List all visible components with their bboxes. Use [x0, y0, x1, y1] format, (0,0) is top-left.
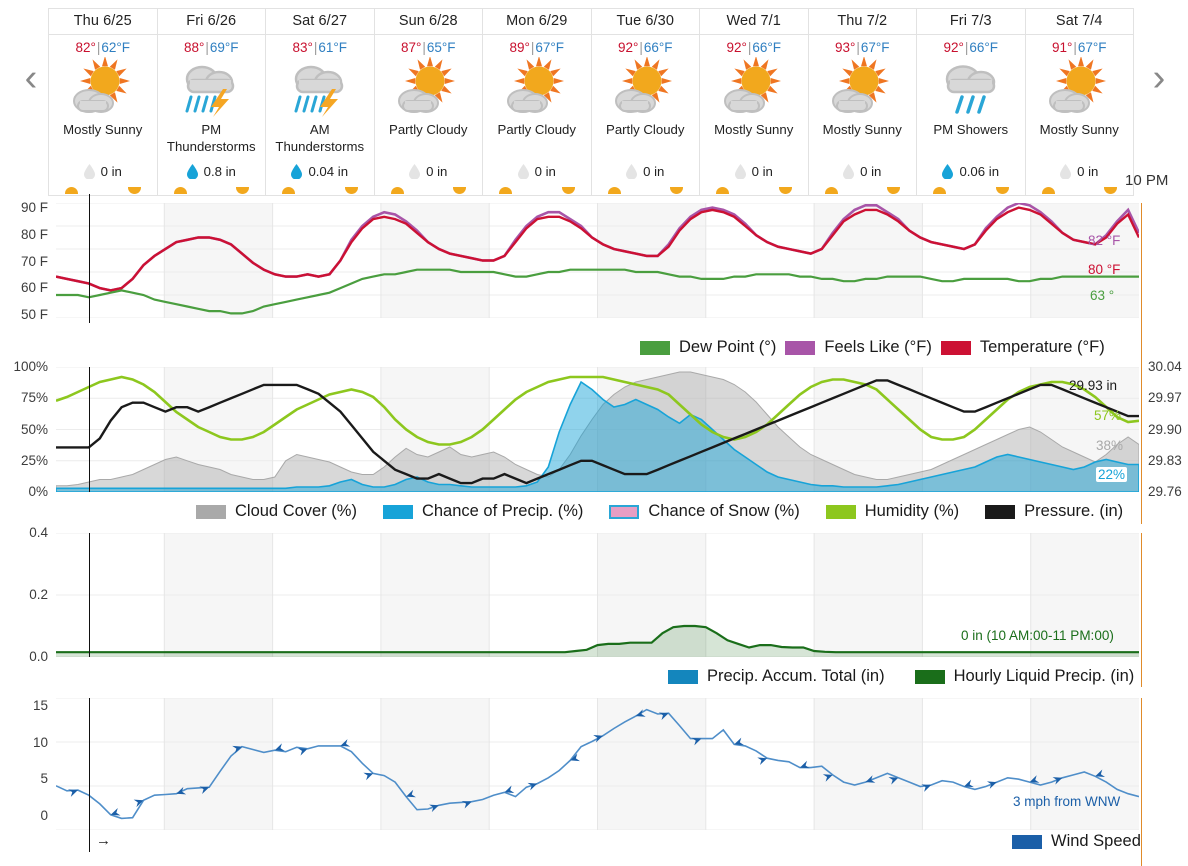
wind-plot[interactable]	[56, 698, 1139, 830]
wind-y-tick: 5	[40, 771, 48, 787]
wind-direction-arrow-icon: →	[96, 832, 111, 849]
hourly-forecast-page: ‹ › Thu 6/25 82°|62°F Mostly Sunny 0 in …	[0, 0, 1188, 866]
legend-swatch	[1012, 834, 1042, 849]
wind-y-tick: 15	[32, 698, 48, 713]
legend-item[interactable]: Wind Speed	[1012, 832, 1141, 851]
wind-y-tick: 10	[32, 734, 48, 750]
now-marker-line	[1141, 698, 1142, 866]
legend-label: Wind Speed	[1051, 832, 1141, 850]
wind-annotation: 3 mph from WNW	[1013, 794, 1121, 809]
wind-y-tick: 0	[40, 808, 48, 823]
time-cursor-line	[89, 698, 90, 852]
wind-chart: 15 10 5 0 Wind Speed 3 mph from WNW →	[0, 0, 1188, 866]
wind-legend: Wind Speed	[1012, 832, 1141, 851]
